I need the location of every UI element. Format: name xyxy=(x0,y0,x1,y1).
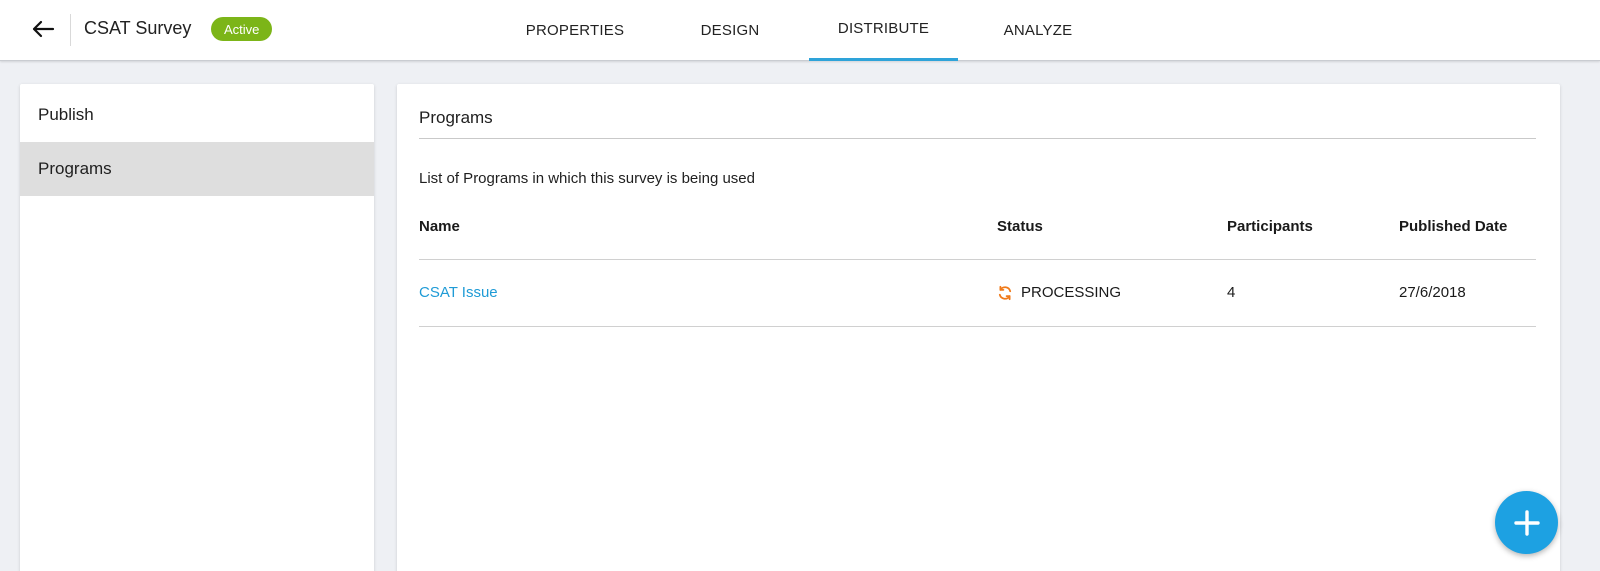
tab-label: DESIGN xyxy=(700,22,760,39)
sidebar-item-label: Programs xyxy=(38,159,112,178)
top-bar: CSAT Survey Active PROPERTIES DESIGN DIS… xyxy=(0,0,1600,61)
arrow-left-icon xyxy=(32,20,55,38)
tab-properties[interactable]: PROPERTIES xyxy=(520,0,630,61)
header-divider xyxy=(419,259,1536,260)
sidebar-item-publish[interactable]: Publish xyxy=(20,88,374,142)
status-text: PROCESSING xyxy=(1021,284,1122,301)
column-header-status[interactable]: Status xyxy=(997,218,1043,235)
tab-label: DISTRIBUTE xyxy=(837,20,930,37)
panel-title: Programs xyxy=(419,108,493,127)
survey-title: CSAT Survey xyxy=(84,18,192,38)
tab-analyze[interactable]: ANALYZE xyxy=(994,0,1082,61)
column-header-participants[interactable]: Participants xyxy=(1227,218,1313,235)
sidebar-panel: Publish Programs xyxy=(20,84,374,571)
panel-description: List of Programs in which this survey is… xyxy=(419,170,755,187)
header-divider xyxy=(70,14,71,46)
sidebar-item-programs[interactable]: Programs xyxy=(20,142,374,196)
column-header-published-date[interactable]: Published Date xyxy=(1399,218,1507,235)
tab-label: ANALYZE xyxy=(1003,22,1073,39)
plus-icon xyxy=(1513,509,1540,536)
title-divider xyxy=(419,138,1536,139)
sidebar-item-label: Publish xyxy=(38,105,94,124)
column-header-name[interactable]: Name xyxy=(419,218,460,235)
program-name-link[interactable]: CSAT Issue xyxy=(419,284,498,301)
status-cell: PROCESSING xyxy=(997,284,1121,301)
row-divider xyxy=(419,326,1536,327)
tab-distribute[interactable]: DISTRIBUTE xyxy=(809,0,958,61)
published-date-cell: 27/6/2018 xyxy=(1399,284,1466,301)
back-button[interactable] xyxy=(28,14,58,44)
participants-cell: 4 xyxy=(1227,284,1236,301)
tab-label: PROPERTIES xyxy=(525,22,625,39)
programs-panel: Programs List of Programs in which this … xyxy=(397,84,1560,571)
add-button[interactable] xyxy=(1495,491,1558,554)
status-badge: Active xyxy=(211,17,273,41)
tab-design[interactable]: DESIGN xyxy=(690,0,770,61)
refresh-icon xyxy=(997,285,1013,301)
